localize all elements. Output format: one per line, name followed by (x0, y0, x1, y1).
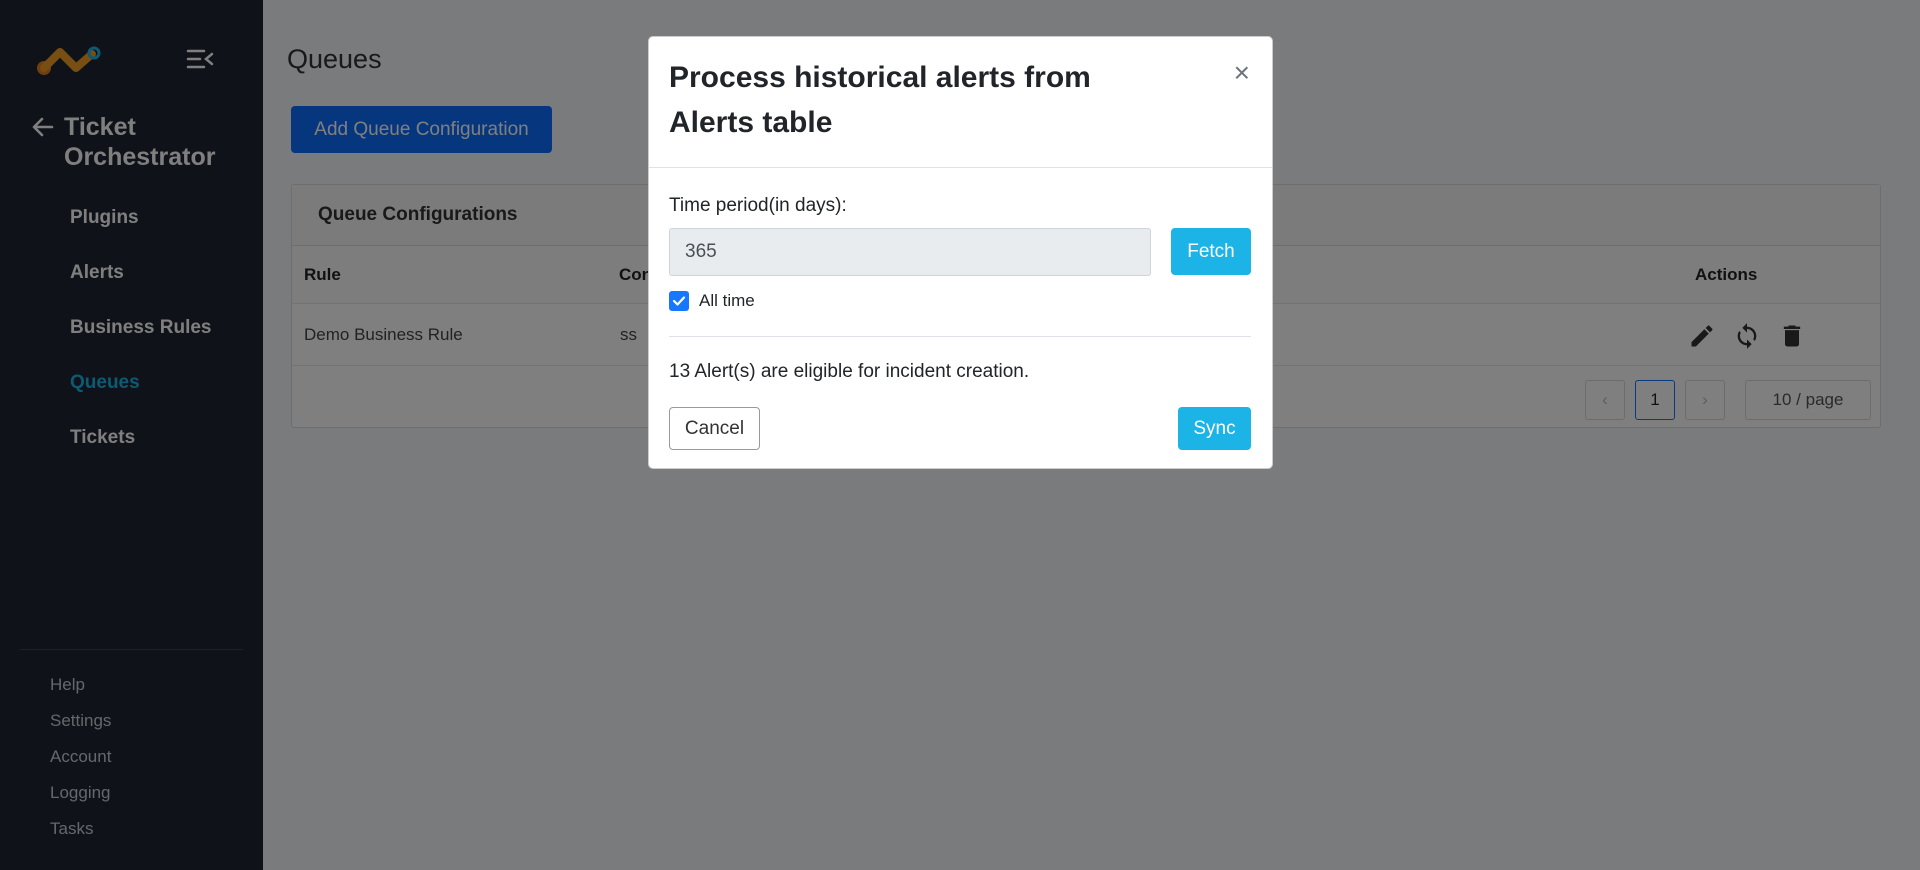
all-time-checkbox[interactable] (669, 291, 689, 311)
process-historical-alerts-modal: Process historical alerts from Alerts ta… (648, 36, 1273, 469)
time-period-input[interactable] (669, 228, 1151, 276)
all-time-label: All time (699, 291, 755, 310)
cancel-button[interactable]: Cancel (669, 407, 760, 450)
all-time-checkbox-row[interactable]: All time (669, 291, 755, 311)
time-period-label: Time period(in days): (669, 195, 847, 216)
modal-title: Process historical alerts from Alerts ta… (669, 61, 1091, 139)
sync-button[interactable]: Sync (1178, 407, 1251, 450)
modal-header: Process historical alerts from Alerts ta… (649, 37, 1272, 168)
close-icon[interactable]: × (1234, 59, 1250, 87)
fetch-button[interactable]: Fetch (1171, 228, 1251, 275)
checkmark-icon (672, 296, 686, 306)
eligible-alerts-text: 13 Alert(s) are eligible for incident cr… (669, 361, 1030, 382)
modal-divider (669, 336, 1251, 337)
